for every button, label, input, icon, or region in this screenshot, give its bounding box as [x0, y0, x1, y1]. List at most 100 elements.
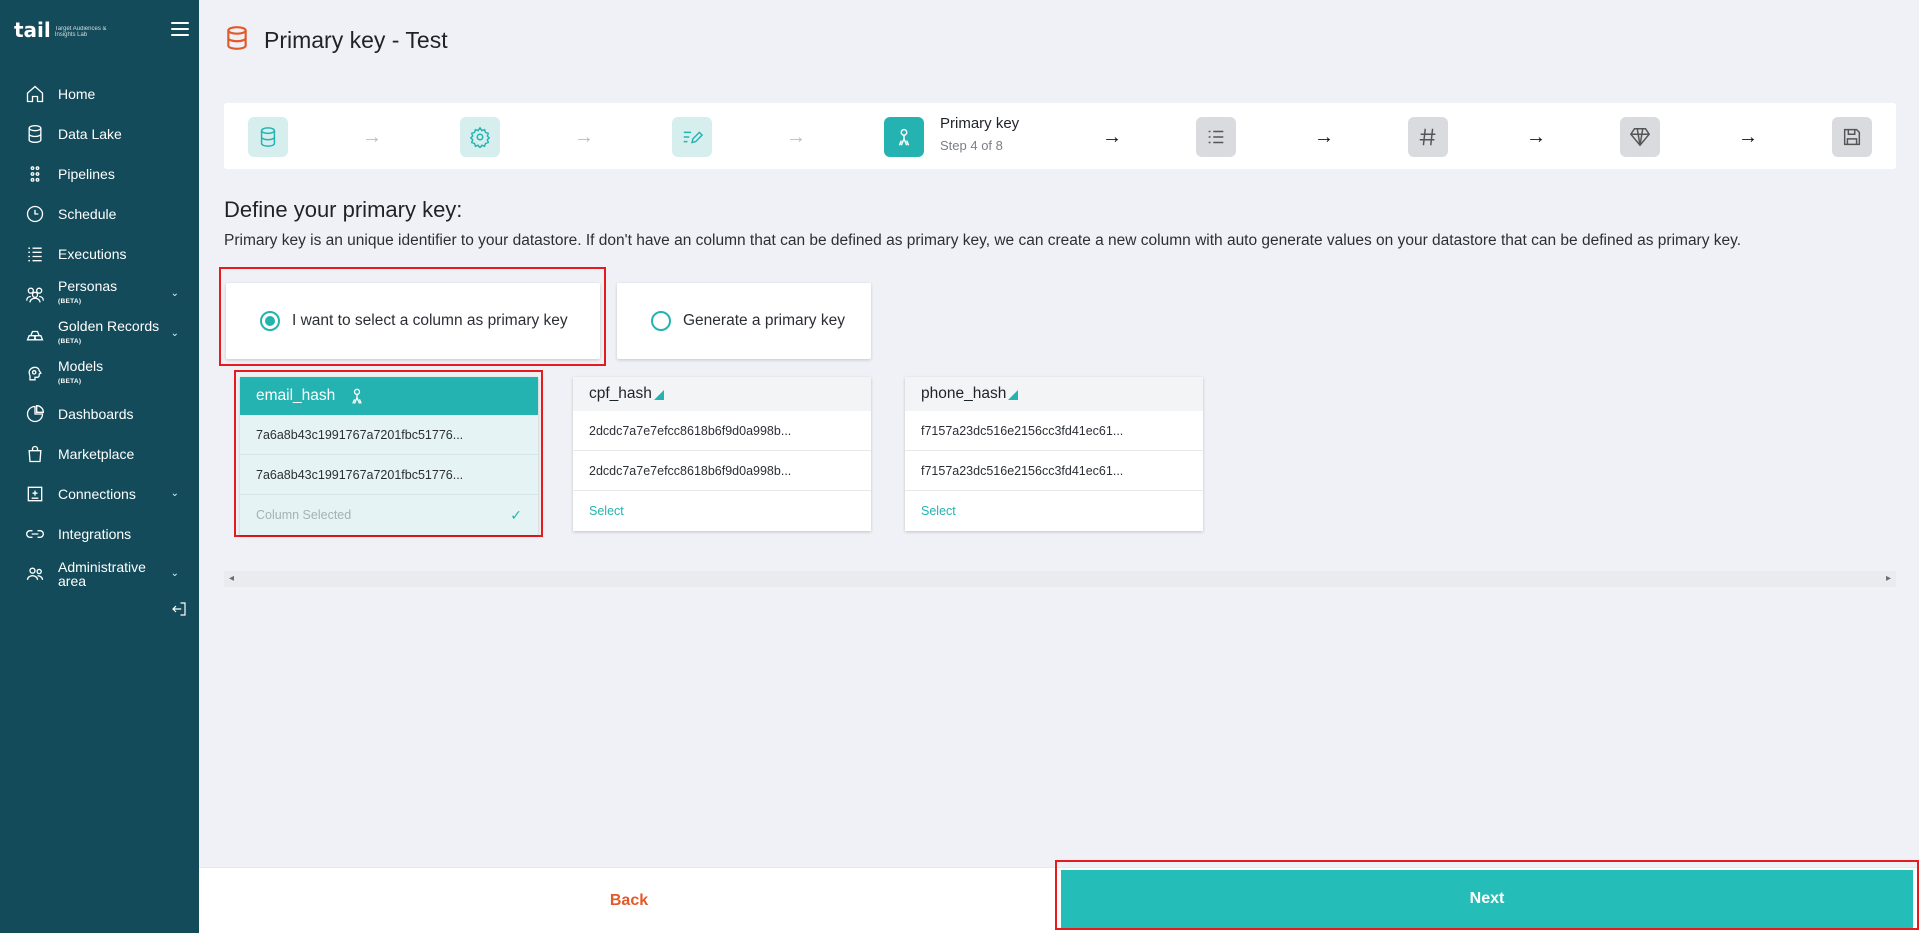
- sidebar-item-label: Home: [58, 86, 96, 102]
- select-column-link[interactable]: Select: [905, 491, 1203, 531]
- column-value: 2dcdc7a7e7efcc8618b6f9d0a998b...: [573, 451, 871, 491]
- next-button[interactable]: Next: [1061, 870, 1913, 928]
- sidebar-item-label: Schedule: [58, 206, 117, 222]
- admin-icon: [24, 563, 46, 585]
- sidebar-item-pipelines[interactable]: Pipelines: [0, 154, 199, 194]
- sidebar-item-label: Models: [58, 358, 104, 374]
- step-arrow: →: [362, 126, 382, 148]
- sidebar-item-models[interactable]: Models (BETA): [0, 354, 199, 394]
- sidebar-item-data-lake[interactable]: Data Lake: [0, 114, 199, 154]
- sidebar-item-schedule[interactable]: Schedule: [0, 194, 199, 234]
- sidebar-item-label: Marketplace: [58, 446, 135, 462]
- database-icon: [224, 24, 250, 57]
- sidebar-nav: Home Data Lake Pipelines Schedule Execut…: [0, 74, 199, 594]
- option-select-column[interactable]: I want to select a column as primary key: [226, 283, 600, 359]
- gold-bars-icon: [24, 323, 46, 345]
- radio-unselected[interactable]: [651, 311, 671, 331]
- page-title: Primary key - Test: [264, 27, 448, 53]
- scroll-left-icon[interactable]: ◂: [229, 573, 234, 584]
- sidebar-item-personas[interactable]: Personas (BETA) ⌄: [0, 274, 199, 314]
- list-icon: [24, 243, 46, 265]
- database-icon: [260, 127, 276, 147]
- sidebar-item-integrations[interactable]: Integrations: [0, 514, 199, 554]
- horizontal-scrollbar[interactable]: ◂ ▸: [224, 571, 1896, 587]
- key-icon: [347, 386, 367, 406]
- sidebar-item-label: Administrative area: [58, 559, 146, 589]
- people-icon: [24, 283, 46, 305]
- step-1-database[interactable]: [248, 117, 288, 157]
- column-header: phone_hash: [905, 377, 1203, 411]
- column-footer-label: Column Selected: [256, 508, 352, 522]
- column-header: cpf_hash: [573, 377, 871, 411]
- option-generate-key[interactable]: Generate a primary key: [617, 283, 871, 359]
- column-value: 7a6a8b43c1991767a7201fbc51776...: [240, 455, 538, 495]
- sidebar-item-label: Personas: [58, 278, 118, 294]
- page-header: Primary key - Test: [224, 24, 448, 57]
- select-column-link[interactable]: Select: [573, 491, 871, 531]
- sidebar-item-label: Connections: [58, 486, 136, 502]
- option-label: I want to select a column as primary key: [292, 312, 568, 329]
- step-arrow: →: [574, 126, 594, 148]
- sidebar-item-dashboards[interactable]: Dashboards: [0, 394, 199, 434]
- step-2-settings[interactable]: [460, 117, 500, 157]
- sidebar-item-connections[interactable]: Connections ⌄: [0, 474, 199, 514]
- sidebar-item-label: Data Lake: [58, 126, 122, 142]
- chevron-down-icon[interactable]: ⌄: [171, 488, 179, 499]
- diamond-icon: [1629, 128, 1651, 147]
- stepper: → → → Primary key Step 4 of 8 → → → →: [224, 103, 1896, 169]
- logo[interactable]: tail Target Audiences & Insights Lab: [14, 18, 107, 42]
- home-icon: [24, 83, 46, 105]
- logo-tagline: Target Audiences & Insights Lab: [54, 26, 107, 38]
- current-step-title: Primary key: [940, 115, 1020, 132]
- step-5-checklist[interactable]: [1196, 117, 1236, 157]
- clock-icon: [24, 203, 46, 225]
- chevron-down-icon[interactable]: ⌄: [171, 568, 179, 579]
- sidebar-item-label: Pipelines: [58, 166, 115, 182]
- column-card-phone-hash: phone_hash f7157a23dc516e2156cc3fd41ec61…: [905, 377, 1203, 531]
- save-icon: [1843, 128, 1861, 146]
- chevron-down-icon[interactable]: ⌄: [171, 328, 179, 339]
- radio-selected[interactable]: [260, 311, 280, 331]
- step-8-save[interactable]: [1832, 117, 1872, 157]
- column-header: email_hash: [240, 377, 538, 415]
- database-icon: [24, 123, 46, 145]
- step-arrow: →: [786, 126, 806, 148]
- pipeline-icon: [24, 163, 46, 185]
- step-4-primary-key[interactable]: [884, 117, 924, 157]
- step-arrow: →: [1738, 126, 1758, 148]
- chevron-down-icon[interactable]: ⌄: [171, 288, 179, 299]
- logo-text: tail: [14, 18, 51, 42]
- sort-corner-icon: [653, 390, 664, 400]
- checklist-icon: [1208, 130, 1224, 144]
- hamburger-menu-icon[interactable]: [171, 22, 189, 36]
- check-icon: ✓: [510, 506, 522, 523]
- link-icon: [24, 523, 46, 545]
- sidebar-item-label: Executions: [58, 246, 127, 262]
- column-name: phone_hash: [921, 385, 1007, 402]
- option-label: Generate a primary key: [683, 312, 845, 329]
- column-value: 7a6a8b43c1991767a7201fbc51776...: [240, 415, 538, 455]
- logout-icon[interactable]: [170, 600, 188, 618]
- column-card-email-hash[interactable]: email_hash 7a6a8b43c1991767a7201fbc51776…: [240, 377, 538, 535]
- scroll-right-icon[interactable]: ▸: [1886, 573, 1891, 584]
- back-button[interactable]: Back: [199, 868, 1059, 933]
- gear-icon: [469, 126, 491, 148]
- step-arrow: →: [1526, 126, 1546, 148]
- beta-badge: (BETA): [58, 338, 82, 345]
- column-name: email_hash: [256, 387, 336, 404]
- sidebar: tail Target Audiences & Insights Lab Hom…: [0, 0, 199, 933]
- sidebar-item-home[interactable]: Home: [0, 74, 199, 114]
- sidebar-item-executions[interactable]: Executions: [0, 234, 199, 274]
- step-3-edit[interactable]: [672, 117, 712, 157]
- step-6-hash[interactable]: [1408, 117, 1448, 157]
- column-value: f7157a23dc516e2156cc3fd41ec61...: [905, 451, 1203, 491]
- column-value: 2dcdc7a7e7efcc8618b6f9d0a998b...: [573, 411, 871, 451]
- step-7-diamond[interactable]: [1620, 117, 1660, 157]
- sidebar-item-golden-records[interactable]: Golden Records (BETA) ⌄: [0, 314, 199, 354]
- brain-icon: [24, 363, 46, 385]
- sidebar-item-administrative-area[interactable]: Administrative area ⌄: [0, 554, 199, 594]
- section-description: Primary key is an unique identifier to y…: [224, 232, 1742, 249]
- edit-list-icon: [683, 131, 703, 144]
- sidebar-item-marketplace[interactable]: Marketplace: [0, 434, 199, 474]
- current-step-info: Primary key Step 4 of 8: [940, 115, 1019, 153]
